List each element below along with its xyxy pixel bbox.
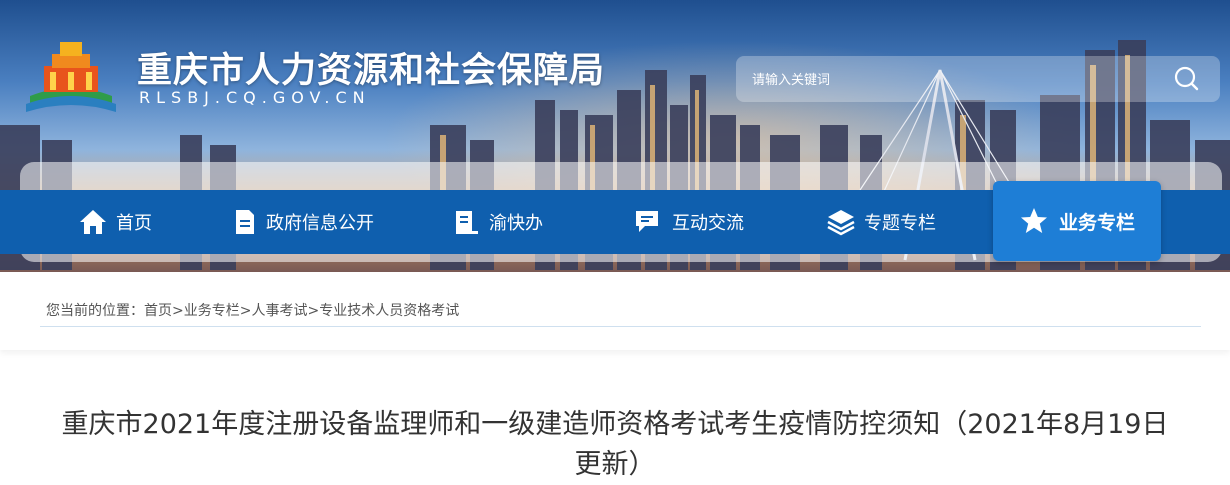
site-domain: RLSBJ.CQ.GOV.CN [139, 88, 371, 107]
nav-item-label: 首页 [116, 213, 152, 234]
nav-item-business-active[interactable]: 业务专栏 [993, 181, 1161, 261]
chat-icon [636, 211, 658, 232]
nav-item-label: 专题专栏 [864, 213, 936, 234]
search-button[interactable] [1170, 64, 1204, 94]
nav-item-special-topics[interactable]: 专题专栏 [826, 190, 936, 254]
breadcrumb-separator: > [307, 303, 320, 319]
breadcrumb-prefix: 您当前的位置： [46, 303, 144, 319]
book-icon [456, 211, 478, 234]
nav-item-gov-info[interactable]: 政府信息公开 [232, 190, 374, 254]
document-icon [236, 210, 254, 234]
nav-item-label: 渝快办 [489, 213, 543, 234]
search-input[interactable] [750, 67, 1154, 93]
nav-item-yukuaiban[interactable]: 渝快办 [453, 190, 543, 254]
search-icon [1174, 66, 1199, 91]
article-title: 重庆市2021年度注册设备监理师和一级建造师资格考试考生疫情防控须知（2021年… [61, 409, 1169, 480]
nav-item-home[interactable]: 首页 [78, 190, 152, 254]
breadcrumb-separator: > [239, 303, 252, 319]
breadcrumb: 您当前的位置：首页>业务专栏>人事考试>专业技术人员资格考试 [46, 300, 459, 320]
nav-item-label: 互动交流 [672, 213, 744, 234]
layers-icon [827, 210, 855, 236]
nav-item-interaction[interactable]: 互动交流 [634, 190, 744, 254]
breadcrumb-divider [40, 326, 1201, 327]
star-icon [1020, 208, 1047, 233]
breadcrumb-link-personnel-exam[interactable]: 人事考试 [251, 303, 307, 319]
breadcrumb-separator: > [172, 303, 184, 319]
site-title[interactable]: 重庆市人力资源和社会保障局 [137, 42, 605, 93]
breadcrumb-link-professional-exam[interactable]: 专业技术人员资格考试 [319, 303, 459, 319]
search-box [736, 56, 1220, 102]
nav-item-label: 政府信息公开 [266, 213, 374, 234]
home-icon [80, 210, 106, 234]
government-emblem-logo [26, 42, 116, 112]
breadcrumb-link-home[interactable]: 首页 [144, 303, 172, 319]
breadcrumb-link-business[interactable]: 业务专栏 [184, 303, 240, 319]
nav-item-label: 业务专栏 [1058, 211, 1135, 234]
